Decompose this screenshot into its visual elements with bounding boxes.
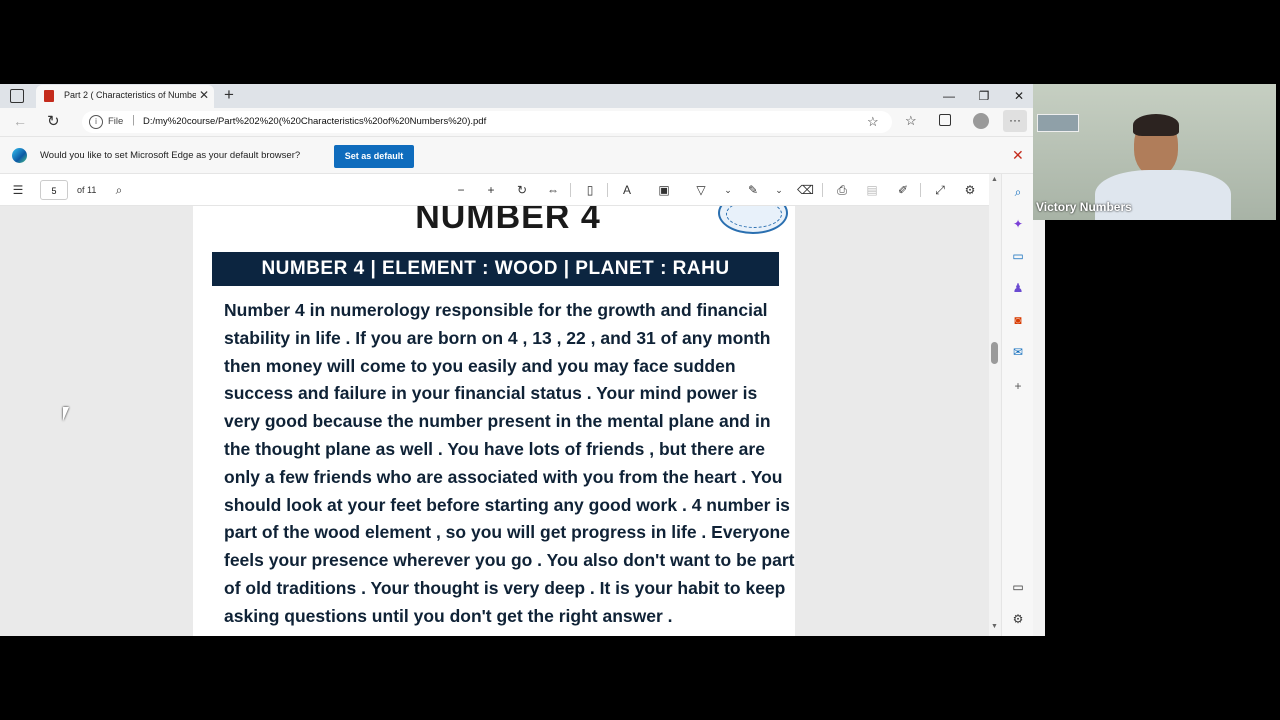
toolbar-divider: [920, 183, 921, 197]
back-icon[interactable]: ←: [13, 113, 27, 129]
minimize-icon[interactable]: —: [941, 88, 957, 104]
tab-title: Part 2 ( Characteristics of Numbers ): [64, 90, 196, 100]
sidebar-tools-icon[interactable]: ▭: [1010, 248, 1026, 264]
table-of-contents-icon[interactable]: ☰: [10, 182, 26, 198]
new-tab-button[interactable]: +: [224, 85, 234, 105]
favorite-star-icon[interactable]: ☆: [867, 114, 879, 130]
edge-logo-icon: [12, 148, 27, 163]
tab-actions-icon[interactable]: [10, 89, 24, 103]
text-box-icon[interactable]: ▣: [656, 182, 672, 198]
vertical-scrollbar[interactable]: ▲ ▼: [989, 174, 1001, 636]
tab-bar: Part 2 ( Characteristics of Numbers ) ✕ …: [0, 84, 1033, 108]
settings-gear-icon[interactable]: ⚙: [962, 182, 978, 198]
info-icon[interactable]: i: [89, 115, 103, 129]
page-number-input[interactable]: 5: [40, 180, 68, 200]
sidebar-hide-icon[interactable]: ▭: [1010, 579, 1026, 595]
sidebar-add-icon[interactable]: +: [1010, 378, 1026, 394]
sidebar-office-icon[interactable]: ◙: [1010, 312, 1026, 328]
toolbar-divider: [570, 183, 571, 197]
eraser-icon[interactable]: ⌫: [797, 182, 814, 198]
pdf-viewer[interactable]: NUMBER 4 NUMBER 4 | ELEMENT : WOOD | PLA…: [0, 206, 989, 636]
address-bar-row: ← ↻ i File | D:/my%20course/Part%202%20(…: [0, 108, 1033, 136]
tab-pdf[interactable]: Part 2 ( Characteristics of Numbers ) ✕: [36, 85, 214, 108]
infobar-message: Would you like to set Microsoft Edge as …: [40, 150, 301, 161]
draw-icon[interactable]: ✎: [745, 182, 761, 198]
rotate-icon[interactable]: ↻: [514, 182, 530, 198]
mouse-cursor-icon: [63, 407, 77, 421]
zoom-in-icon[interactable]: +: [483, 182, 499, 198]
highlight-dropdown-icon[interactable]: ⌄: [720, 182, 736, 198]
window-edge-strip: [1033, 220, 1045, 636]
restore-icon[interactable]: ❐: [976, 88, 992, 104]
read-aloud-icon[interactable]: A: [619, 182, 635, 198]
favorites-icon[interactable]: ☆: [905, 113, 917, 129]
address-field[interactable]: i File | D:/my%20course/Part%202%20(%20C…: [82, 111, 892, 133]
scroll-up-icon[interactable]: ▲: [991, 176, 998, 183]
window-close-icon[interactable]: ✕: [1011, 88, 1027, 104]
scroll-thumb[interactable]: [991, 342, 998, 364]
draw-dropdown-icon[interactable]: ⌄: [771, 182, 787, 198]
scroll-down-icon[interactable]: ▼: [991, 623, 998, 630]
edge-sidebar: ⌕ ✦ ▭ ♟ ◙ ✉ + ▭ ⚙: [1001, 174, 1033, 636]
sidebar-outlook-icon[interactable]: ✉: [1010, 344, 1026, 360]
zoom-out-icon[interactable]: −: [453, 182, 469, 198]
save-icon[interactable]: ▤: [864, 182, 880, 198]
default-browser-infobar: Would you like to set Microsoft Edge as …: [0, 136, 1033, 174]
sidebar-copilot-icon[interactable]: ✦: [1010, 216, 1026, 232]
url-scheme-label: File: [108, 116, 124, 127]
fullscreen-icon[interactable]: ⤢: [932, 182, 948, 198]
page-total: of 11: [77, 185, 97, 195]
webcam-overlay: Victory Numbers: [1033, 84, 1276, 220]
toolbar-divider: [607, 183, 608, 197]
profile-avatar[interactable]: [973, 113, 989, 129]
collections-icon[interactable]: [939, 114, 951, 126]
sidebar-settings-icon[interactable]: ⚙: [1010, 611, 1026, 627]
highlight-icon[interactable]: ▽: [693, 182, 709, 198]
number-banner: NUMBER 4 | ELEMENT : WOOD | PLANET : RAH…: [212, 252, 779, 286]
browser-window: Part 2 ( Characteristics of Numbers ) ✕ …: [0, 84, 1033, 636]
webcam-name-label: Victory Numbers: [1036, 200, 1132, 214]
more-menu-icon[interactable]: ···: [1003, 110, 1027, 132]
url-text[interactable]: D:/my%20course/Part%202%20(%20Characteri…: [143, 116, 486, 127]
webcam-sign: [1037, 114, 1079, 132]
toolbar-divider: [822, 183, 823, 197]
page-view-icon[interactable]: ▯: [582, 182, 598, 198]
set-as-default-button[interactable]: Set as default: [334, 145, 414, 168]
pdf-icon: [44, 90, 54, 102]
sidebar-search-icon[interactable]: ⌕: [1010, 184, 1026, 200]
pdf-toolbar: ☰ 5 of 11 ⌕ − + ↻ ⇔ ▯ A ▣ ▽ ⌄ ✎ ⌄ ⌫ ⎙ ▤ …: [0, 174, 989, 206]
save-as-icon[interactable]: ✐: [895, 182, 911, 198]
url-separator: |: [132, 114, 135, 126]
close-tab-icon[interactable]: ✕: [199, 88, 209, 102]
infobar-close-icon[interactable]: ✕: [1012, 147, 1024, 164]
page-paragraph: Number 4 in numerology responsible for t…: [224, 300, 795, 626]
webcam-person-hair: [1133, 114, 1179, 136]
pdf-page: NUMBER 4 NUMBER 4 | ELEMENT : WOOD | PLA…: [193, 206, 795, 636]
sidebar-games-icon[interactable]: ♟: [1010, 280, 1026, 296]
search-icon[interactable]: ⌕: [111, 182, 127, 198]
fit-width-icon[interactable]: ⇔: [545, 182, 561, 198]
refresh-icon[interactable]: ↻: [47, 112, 60, 130]
print-icon[interactable]: ⎙: [834, 182, 850, 198]
